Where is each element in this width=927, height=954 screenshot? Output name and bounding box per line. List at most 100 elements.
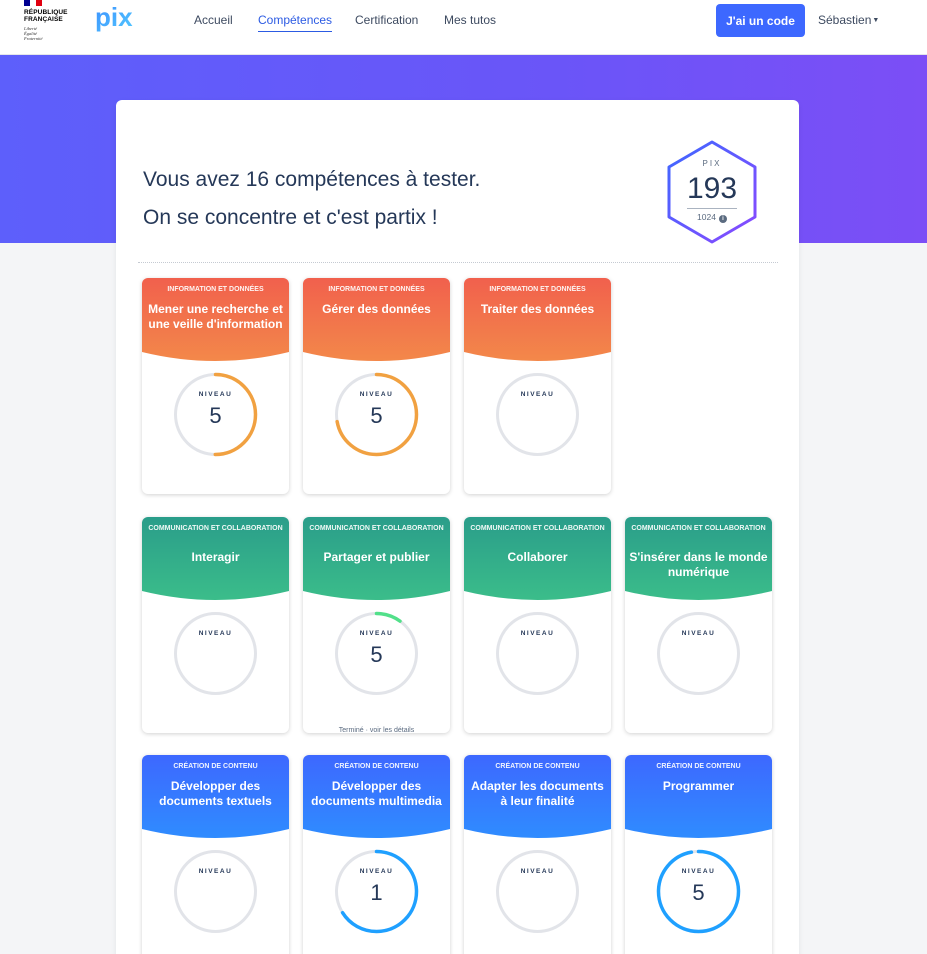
competence-card[interactable]: COMMUNICATION ET COLLABORATION S'insérer … <box>625 517 772 733</box>
competence-card[interactable]: INFORMATION ET DONNÉES Mener une recherch… <box>142 278 289 494</box>
gauge-level-label: NIVEAU <box>359 868 394 875</box>
card-header: INFORMATION ET DONNÉES Gérer des données <box>303 278 450 368</box>
competence-card[interactable]: CRÉATION DE CONTENU Programmer NIVEAU 5 <box>625 755 772 954</box>
card-area-label: INFORMATION ET DONNÉES <box>328 286 425 293</box>
card-competence-name: Adapter les documents à leur finalité <box>471 779 604 808</box>
level-gauge: NIVEAU 5 <box>173 372 258 457</box>
card-competence-name: Partager et publier <box>323 550 430 564</box>
hero-title: Vous avez 16 compétences à tester. On se… <box>143 161 480 237</box>
score-label: PIX <box>702 159 722 168</box>
user-menu[interactable]: Sébastien▼ <box>818 13 879 27</box>
gauge-level-label: NIVEAU <box>198 868 233 875</box>
card-header: COMMUNICATION ET COLLABORATION Collaborer <box>464 517 611 607</box>
card-header: CRÉATION DE CONTENU Développer des docume… <box>303 755 450 845</box>
card-competence-name: Programmer <box>662 779 735 793</box>
republique-francaise-logo[interactable]: RÉPUBLIQUE FRANÇAISE Liberté Égalité Fra… <box>24 0 74 44</box>
gauge-level-value: 5 <box>370 642 383 667</box>
gauge-level-value: 5 <box>692 880 705 905</box>
card-area-label: COMMUNICATION ET COLLABORATION <box>309 525 444 532</box>
card-competence-name: Traiter des données <box>480 302 595 316</box>
score-max: 1024 i <box>664 212 760 223</box>
competence-card[interactable]: CRÉATION DE CONTENU Développer des docume… <box>303 755 450 954</box>
republique-line-2: FRANÇAISE <box>24 16 63 23</box>
card-header: INFORMATION ET DONNÉES Mener une recherch… <box>142 278 289 368</box>
level-gauge: NIVEAU 5 <box>334 611 419 696</box>
chevron-down-icon: ▼ <box>872 17 880 24</box>
score-divider <box>687 208 737 209</box>
gauge-level-value: 5 <box>209 403 222 428</box>
gauge-level-label: NIVEAU <box>359 391 394 398</box>
gauge-level-value: 1 <box>370 880 383 905</box>
gauge-level-label: NIVEAU <box>198 630 233 637</box>
card-area-label: COMMUNICATION ET COLLABORATION <box>148 525 283 532</box>
competence-card[interactable]: CRÉATION DE CONTENU Développer des docume… <box>142 755 289 954</box>
level-gauge: NIVEAU 5 <box>334 372 419 457</box>
user-name: Sébastien <box>818 13 872 27</box>
card-area-label: COMMUNICATION ET COLLABORATION <box>470 525 605 532</box>
card-header: COMMUNICATION ET COLLABORATION Partager e… <box>303 517 450 607</box>
republique-line-1: RÉPUBLIQUE <box>24 9 68 16</box>
gauge-level-label: NIVEAU <box>198 391 233 398</box>
gauge-level-label: NIVEAU <box>520 630 555 637</box>
card-header: CRÉATION DE CONTENU Programmer <box>625 755 772 845</box>
card-competence-name: Collaborer <box>507 550 568 564</box>
pix-logo[interactable]: pix <box>95 2 135 39</box>
info-icon[interactable]: i <box>718 215 727 223</box>
card-area-label: INFORMATION ET DONNÉES <box>167 286 264 293</box>
svg-text:pix: pix <box>95 4 133 32</box>
card-competence-name: Développer des documents textuels <box>159 779 272 808</box>
card-header: CRÉATION DE CONTENU Développer des docume… <box>142 755 289 845</box>
card-area-label: CRÉATION DE CONTENU <box>334 763 419 770</box>
level-gauge: NIVEAU <box>173 849 258 934</box>
card-area-label: COMMUNICATION ET COLLABORATION <box>631 525 766 532</box>
gauge-level-label: NIVEAU <box>359 630 394 637</box>
card-header: INFORMATION ET DONNÉES Traiter des donnée… <box>464 278 611 368</box>
card-footer-text: Terminé · voir les détails <box>338 727 415 733</box>
card-competence-name: Gérer des données <box>322 302 431 316</box>
hero-title-line-1: Vous avez 16 compétences à tester. <box>143 168 481 191</box>
gauge-level-label: NIVEAU <box>520 868 555 875</box>
level-gauge: NIVEAU 1 <box>334 849 419 934</box>
level-gauge: NIVEAU <box>173 611 258 696</box>
level-gauge: NIVEAU <box>495 849 580 934</box>
card-competence-name: Développer des documents multimedia <box>311 779 442 808</box>
gauge-level-value: 5 <box>370 403 383 428</box>
gauge-level-label: NIVEAU <box>681 868 716 875</box>
card-competence-name: S'insérer dans le monde numérique <box>629 550 768 579</box>
card-header: CRÉATION DE CONTENU Adapter les documents… <box>464 755 611 845</box>
level-gauge: NIVEAU <box>495 611 580 696</box>
competence-card[interactable]: COMMUNICATION ET COLLABORATION Partager e… <box>303 517 450 733</box>
level-gauge: NIVEAU <box>656 611 741 696</box>
hero-title-line-2: On se concentre et c'est partix ! <box>143 206 438 229</box>
nav-accueil[interactable]: Accueil <box>194 13 233 27</box>
competences-panel: Vous avez 16 compétences à tester. On se… <box>116 100 799 954</box>
card-area-label: CRÉATION DE CONTENU <box>495 763 580 770</box>
competence-card[interactable]: INFORMATION ET DONNÉES Traiter des donnée… <box>464 278 611 494</box>
level-gauge: NIVEAU <box>495 372 580 457</box>
republique-motto: Liberté Égalité Fraternité <box>24 26 43 41</box>
card-competence-name: Mener une recherche et une veille d'info… <box>148 302 283 331</box>
flag-icon <box>24 0 42 6</box>
card-area-label: CRÉATION DE CONTENU <box>173 763 258 770</box>
code-button[interactable]: J'ai un code <box>716 4 805 37</box>
card-area-label: INFORMATION ET DONNÉES <box>489 286 586 293</box>
nav-mes-tutos[interactable]: Mes tutos <box>444 13 496 27</box>
gauge-level-label: NIVEAU <box>681 630 716 637</box>
card-area-label: CRÉATION DE CONTENU <box>656 763 741 770</box>
card-header: COMMUNICATION ET COLLABORATION S'insérer … <box>625 517 772 607</box>
competence-card[interactable]: COMMUNICATION ET COLLABORATION Collaborer… <box>464 517 611 733</box>
top-navbar: RÉPUBLIQUE FRANÇAISE Liberté Égalité Fra… <box>0 0 927 55</box>
card-competence-name: Interagir <box>191 550 240 564</box>
card-header: COMMUNICATION ET COLLABORATION Interagir <box>142 517 289 607</box>
level-gauge: NIVEAU 5 <box>656 849 741 934</box>
competence-card[interactable]: INFORMATION ET DONNÉES Gérer des données N… <box>303 278 450 494</box>
nav-competences[interactable]: Compétences <box>258 13 333 32</box>
competence-card[interactable]: COMMUNICATION ET COLLABORATION Interagir N… <box>142 517 289 733</box>
score-value: 193 <box>686 172 738 205</box>
gauge-level-label: NIVEAU <box>520 391 555 398</box>
pix-logo-icon: pix <box>95 2 133 32</box>
separator <box>138 262 778 263</box>
competence-card[interactable]: CRÉATION DE CONTENU Adapter les documents… <box>464 755 611 954</box>
nav-certification[interactable]: Certification <box>355 13 418 27</box>
pix-score: PIX 193 1024 i <box>664 139 760 245</box>
